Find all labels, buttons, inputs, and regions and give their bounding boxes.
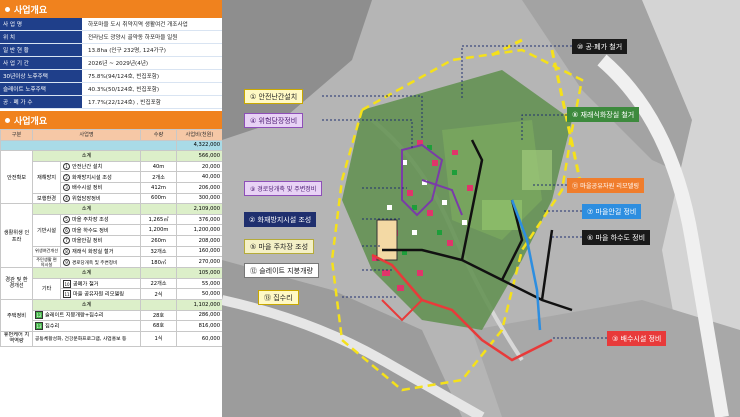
table-row: 13 집수리 68호 816,000: [1, 320, 222, 332]
overview-row: 사 업 명 하포마을 도시 취약지역 생활여건 개조사업: [0, 18, 222, 31]
subtotal-row: 생활위생 인프라 소계 2,109,000: [0, 203, 222, 269]
overview-row: 일 반 현 황 13.8ha (인구 232명, 124가구): [0, 44, 222, 57]
map-label-6: ⑥ 마을 하수도 정비: [582, 230, 651, 245]
overview-row: 슬레이트 노후주택 40.3%(50/124호, 빈집포함): [0, 83, 222, 96]
plan-header-row: 구분 사업명 수량 사업비(천원): [0, 129, 222, 141]
bullet-icon: [5, 117, 10, 123]
map-label-7: ⑦ 마을안길 정비: [582, 204, 642, 219]
overview-title: 사업개요: [14, 5, 48, 16]
table-row: 위생여건개선 8 재래식 화장실 철거 32개소 160,000: [1, 245, 222, 258]
aerial-photo-background: [222, 0, 740, 417]
table-row: 보행환경 4 위험담장정비 600m 300,000: [1, 192, 222, 205]
map-label-9: ⑨ 경로당개축 및 주변정비: [244, 181, 323, 196]
map-label-5: ⑤ 마을 주차장 조성: [244, 239, 315, 254]
subtotal-row: 경관 및 환경개선 소계 105,000: [0, 267, 222, 300]
overview-header: 사업개요: [0, 0, 222, 18]
table-row: 재해방지 1 안전난간 설치 40m 20,000: [1, 160, 222, 194]
map-label-8: ⑧ 재래식화장실 철거: [567, 107, 640, 122]
table-row: 주민생활 편의시설 9 경로당개축 및 주변정비 180㎡ 270,000: [1, 256, 222, 269]
map-label-1: ① 안전난간설치: [244, 89, 304, 104]
overview-row: 공 · 폐 가 수 17.7%(22/124호) , 빈집포함: [0, 96, 222, 109]
plan-header: 사업개요: [0, 111, 222, 129]
overview-table: 사 업 명 하포마을 도시 취약지역 생활여건 개조사업 위 치 전라남도 광양시 …: [0, 18, 222, 109]
table-row: 12 슬레이트 지붕개량+집수리 28호 286,000: [1, 309, 222, 322]
table-row: 휴먼케어 지역역량 공동체활성화, 건강문화프로그램, 사업홍보 등 1식 60…: [0, 330, 222, 347]
map-label-3: ③ 배수시설 정비: [607, 331, 667, 346]
subtotal-row: 안전확보 소계 566,000: [0, 150, 222, 205]
site-plan-map: ① 안전난간설치 ④ 위험담장정비 ⑨ 경로당개축 및 주변정비 ② 화재방지시…: [222, 0, 740, 417]
overview-row: 위 치 전라남도 광양시 골약동 하포마을 일원: [0, 31, 222, 44]
plan-title: 사업개요: [14, 116, 48, 127]
overview-row: 30년이상 노후주택 75.8%(94/124호, 빈집포함): [0, 70, 222, 83]
map-label-4: ④ 위험담장정비: [244, 113, 304, 128]
overview-row: 사 업 기 간 2026년 ~ 2029년(4년): [0, 57, 222, 70]
map-label-11: ⑪ 마을공유자원 리모델링: [567, 178, 645, 193]
bullet-icon: [5, 6, 10, 12]
map-label-10: ⑩ 공·폐가 철거: [572, 39, 628, 54]
map-label-13: ⑬ 집수리: [258, 290, 299, 305]
table-row: 기반시설 5 마을 주차장 조성 1,265㎡ 376,000: [1, 213, 222, 247]
map-label-2: ② 화재방지시설 조성: [244, 212, 317, 227]
plan-table: 구분 사업명 수량 사업비(천원) 4,322,000 안전확보 소계 566,…: [0, 129, 222, 347]
subtotal-row: 주택정비 소계 1,102,000: [0, 298, 222, 332]
project-info-panel: 사업개요 사 업 명 하포마을 도시 취약지역 생활여건 개조사업 위 치 전라남도…: [0, 0, 222, 417]
map-label-12: ⑫ 슬레이트 지붕개량: [244, 263, 319, 278]
table-row: 기타 10 공폐가 철거 22개소 55,000: [1, 277, 222, 300]
total-row: 4,322,000: [0, 139, 222, 152]
